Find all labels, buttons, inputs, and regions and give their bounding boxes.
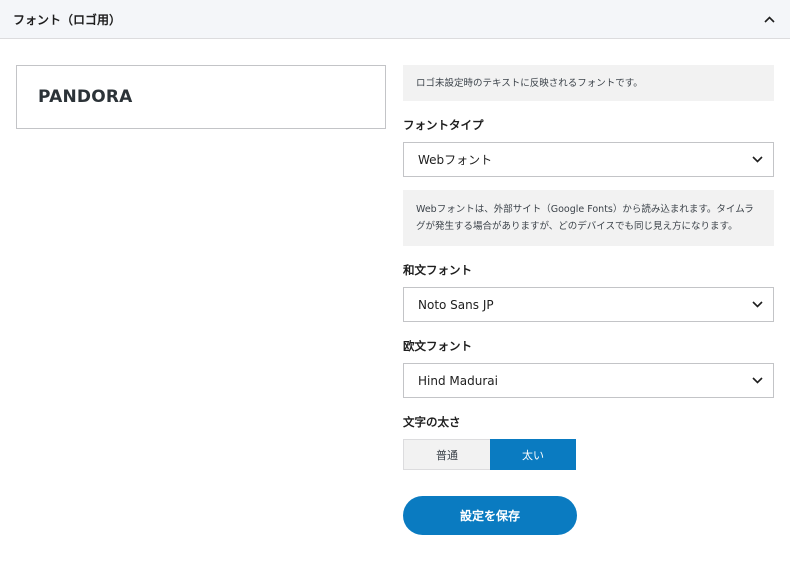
western-font-select[interactable]: Hind Madurai <box>403 363 774 398</box>
font-type-label: フォントタイプ <box>403 118 484 132</box>
chevron-down-icon <box>751 299 763 311</box>
western-font-label: 欧文フォント <box>403 339 472 353</box>
font-preview-box: PANDORA <box>16 65 386 129</box>
western-font-value: Hind Madurai <box>418 373 498 388</box>
chevron-down-icon <box>751 375 763 387</box>
font-weight-toggle: 普通 太い <box>403 439 576 470</box>
weight-option-bold[interactable]: 太い <box>490 439 576 470</box>
font-type-select[interactable]: Webフォント <box>403 142 774 177</box>
chevron-up-icon[interactable] <box>762 12 776 26</box>
intro-note-text: ロゴ未設定時のテキストに反映されるフォントです。 <box>416 77 643 89</box>
panel-header[interactable]: フォント（ロゴ用） <box>0 0 790 39</box>
panel-title: フォント（ロゴ用） <box>13 12 122 27</box>
webfont-info-note: Webフォントは、外部サイト（Google Fonts）から読み込まれます。タイ… <box>403 190 774 246</box>
chevron-down-icon <box>751 154 763 166</box>
font-settings-column: ロゴ未設定時のテキストに反映されるフォントです。 フォントタイプ Webフォント… <box>403 65 774 470</box>
weight-option-normal[interactable]: 普通 <box>403 439 490 470</box>
japanese-font-label: 和文フォント <box>403 263 472 277</box>
save-settings-button[interactable]: 設定を保存 <box>403 496 577 535</box>
intro-note: ロゴ未設定時のテキストに反映されるフォントです。 <box>403 65 774 101</box>
webfont-info-text: Webフォントは、外部サイト（Google Fonts）から読み込まれます。タイ… <box>416 204 754 232</box>
japanese-font-value: Noto Sans JP <box>418 297 494 312</box>
font-weight-label: 文字の太さ <box>403 415 461 429</box>
font-type-value: Webフォント <box>418 153 493 167</box>
font-preview-text: PANDORA <box>38 87 133 107</box>
japanese-font-select[interactable]: Noto Sans JP <box>403 287 774 322</box>
